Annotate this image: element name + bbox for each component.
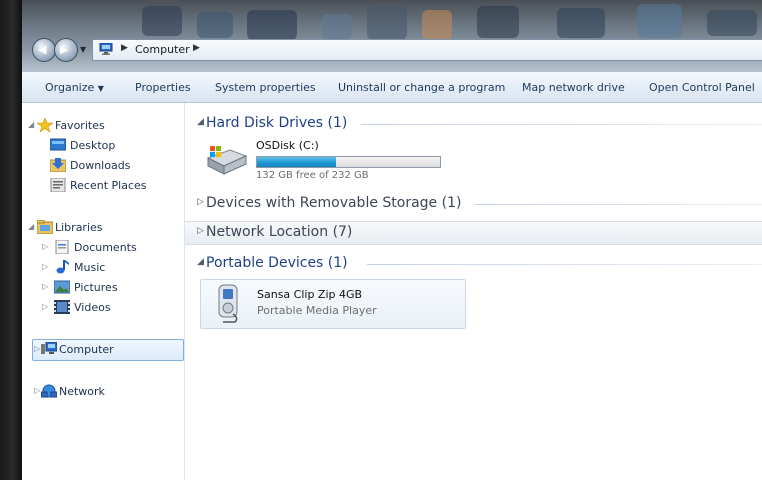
nav-libraries[interactable]: ◢ Libraries	[28, 219, 178, 237]
navigation-pane: ◢ Favorites Desktop Downloads Recent Pla…	[22, 103, 185, 480]
nav-favorites[interactable]: ◢ Favorites	[28, 117, 178, 135]
content-pane: ◢ Hard Disk Drives (1) OSDisk (C:) 132 G…	[185, 103, 762, 480]
nav-desktop[interactable]: Desktop	[42, 137, 182, 155]
expand-arrow-icon[interactable]: ▷	[42, 242, 48, 251]
group-divider	[361, 124, 762, 125]
expand-arrow-icon[interactable]: ▷	[34, 344, 40, 353]
forward-arrow-icon: ▶	[60, 43, 69, 56]
downloads-folder-icon	[50, 158, 66, 172]
nav-downloads[interactable]: Downloads	[42, 157, 182, 175]
computer-icon	[99, 43, 113, 55]
expand-arrow-icon[interactable]: ▷	[197, 226, 204, 236]
group-divider	[367, 264, 762, 265]
back-button[interactable]: ◀	[32, 38, 56, 62]
collapse-arrow-icon[interactable]: ◢	[28, 222, 34, 231]
collapse-arrow-icon[interactable]: ◢	[197, 117, 204, 127]
drive-osdisk-c[interactable]: OSDisk (C:) 132 GB free of 232 GB	[204, 138, 444, 186]
group-header-hard-disk-drives[interactable]: ◢ Hard Disk Drives (1)	[185, 113, 762, 135]
command-bar: Organize ▼ Properties System properties …	[22, 72, 762, 103]
nav-recent-places[interactable]: Recent Places	[42, 177, 182, 195]
dropdown-arrow-icon: ▼	[97, 84, 104, 93]
forward-button[interactable]: ▶	[54, 38, 78, 62]
system-properties-button[interactable]: System properties	[215, 81, 316, 94]
nav-pictures[interactable]: ▷ Pictures	[42, 279, 182, 297]
open-control-panel-button[interactable]: Open Control Panel	[649, 81, 755, 94]
title-bar: ◀ ▶ ▼ ▶ Computer ▶	[22, 0, 762, 72]
breadcrumb-separator-icon[interactable]: ▶	[193, 43, 200, 53]
expand-arrow-icon[interactable]: ▷	[42, 282, 48, 291]
nav-computer[interactable]: ▷ Computer	[34, 341, 180, 359]
nav-network[interactable]: ▷ Network	[34, 383, 180, 401]
music-icon	[56, 260, 69, 274]
navigation-row: ◀ ▶ ▼ ▶ Computer ▶	[32, 38, 762, 62]
nav-videos[interactable]: ▷ Videos	[42, 299, 182, 317]
nav-music[interactable]: ▷ Music	[42, 259, 182, 277]
device-type: Portable Media Player	[257, 304, 377, 317]
group-divider	[475, 204, 762, 205]
hard-drive-icon	[206, 146, 248, 175]
collapse-arrow-icon[interactable]: ◢	[197, 257, 204, 267]
breadcrumb-computer[interactable]: Computer	[135, 43, 190, 56]
organize-menu[interactable]: Organize ▼	[45, 81, 104, 94]
explorer-window: ◀ ▶ ▼ ▶ Computer ▶ Organize ▼ Properties…	[22, 0, 762, 480]
pictures-icon	[54, 280, 70, 294]
recent-pages-dropdown-icon[interactable]: ▼	[80, 45, 86, 54]
computer-icon	[41, 342, 57, 354]
expand-arrow-icon[interactable]: ▷	[197, 197, 204, 207]
map-network-drive-button[interactable]: Map network drive	[522, 81, 625, 94]
expand-arrow-icon[interactable]: ▷	[42, 262, 48, 271]
device-name: Sansa Clip Zip 4GB	[257, 288, 363, 301]
breadcrumb-separator-icon[interactable]: ▶	[121, 43, 128, 53]
uninstall-program-button[interactable]: Uninstall or change a program	[338, 81, 505, 94]
nav-documents[interactable]: ▷ Documents	[42, 239, 182, 257]
expand-arrow-icon[interactable]: ▷	[34, 386, 40, 395]
address-bar[interactable]: ▶ Computer ▶	[92, 39, 762, 61]
group-header-removable-storage[interactable]: ▷ Devices with Removable Storage (1)	[185, 193, 762, 215]
videos-icon	[54, 300, 70, 314]
documents-icon	[55, 240, 69, 254]
recent-places-icon	[50, 178, 66, 192]
media-player-icon	[218, 284, 238, 323]
device-sansa-clip-zip[interactable]: Sansa Clip Zip 4GB Portable Media Player	[200, 279, 466, 329]
expand-arrow-icon[interactable]: ▷	[42, 302, 48, 311]
group-header-network-location[interactable]: ▷ Network Location (7)	[185, 221, 762, 245]
window-frame-left	[0, 0, 22, 480]
desktop-icon	[50, 138, 66, 151]
network-icon	[41, 384, 57, 398]
star-icon	[37, 118, 53, 132]
drive-usage-fill	[257, 157, 336, 167]
back-arrow-icon: ◀	[38, 43, 47, 56]
group-header-portable-devices[interactable]: ◢ Portable Devices (1)	[185, 253, 762, 275]
collapse-arrow-icon[interactable]: ◢	[28, 120, 34, 129]
libraries-icon	[37, 220, 53, 234]
drive-name: OSDisk (C:)	[256, 139, 319, 152]
drive-usage-bar	[256, 156, 441, 168]
properties-button[interactable]: Properties	[135, 81, 191, 94]
drive-free-space: 132 GB free of 232 GB	[256, 170, 369, 181]
